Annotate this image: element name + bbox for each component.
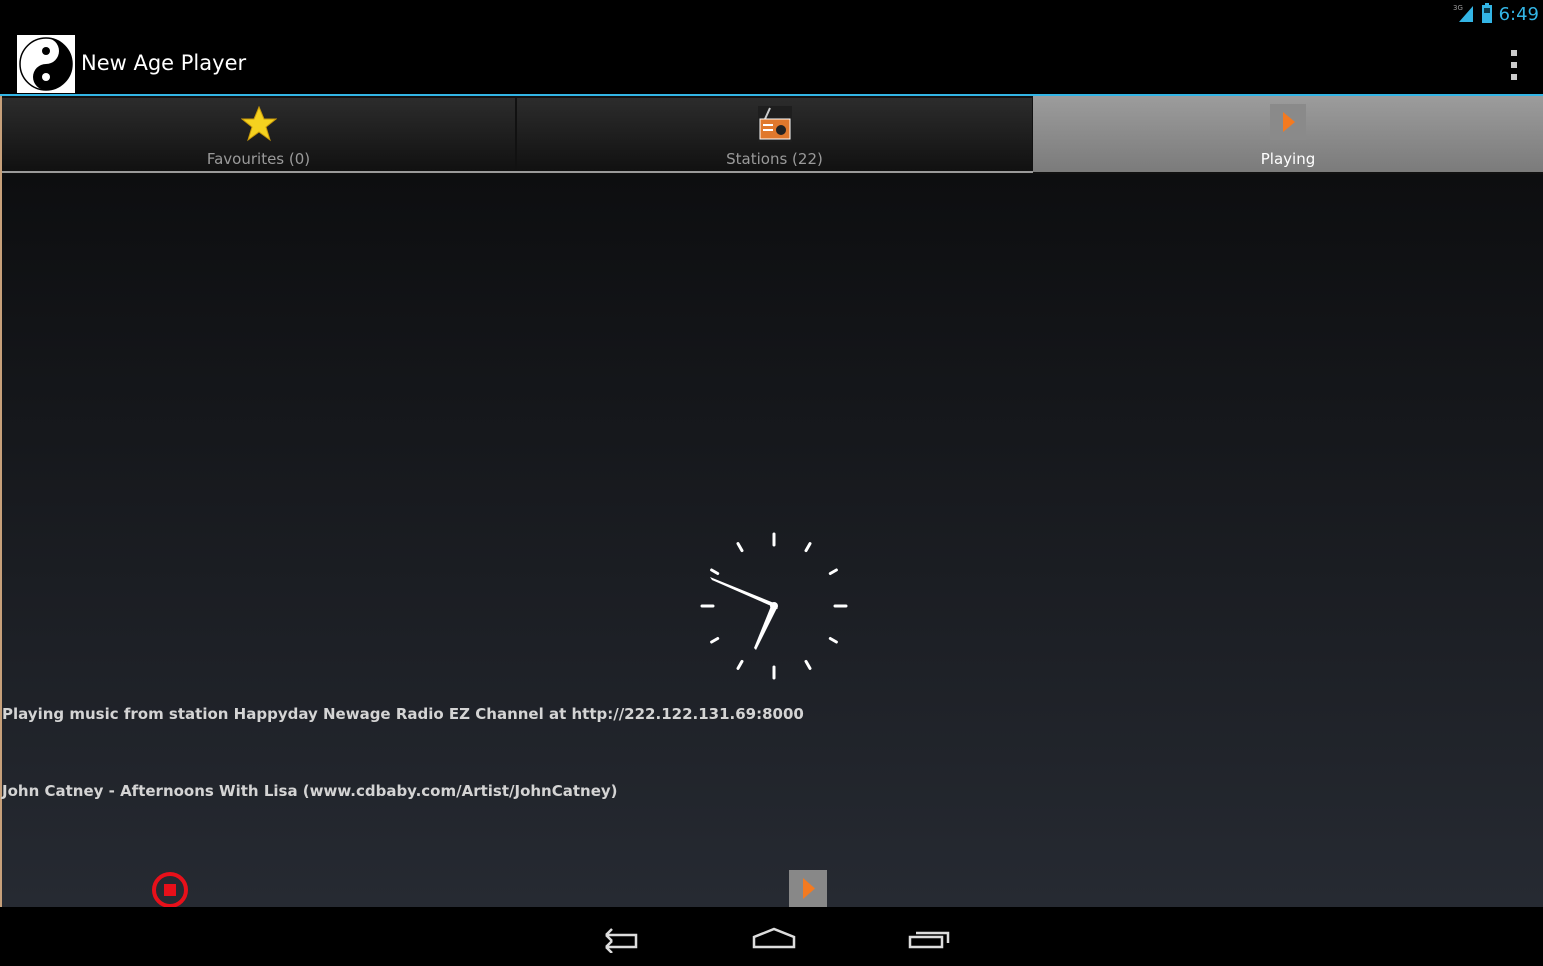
action-bar: New Age Player	[0, 30, 1543, 94]
tab-bar: Favourites (0) Stations (22) Playing	[2, 96, 1543, 174]
track-info: John Catney - Afternoons With Lisa (www.…	[2, 782, 618, 800]
yin-yang-icon[interactable]	[17, 35, 75, 93]
analog-clock-icon	[694, 526, 854, 686]
recent-apps-icon[interactable]	[907, 919, 953, 957]
play-icon	[803, 878, 815, 899]
app-title: New Age Player	[81, 51, 247, 75]
battery-icon	[1481, 3, 1493, 27]
stop-icon	[152, 872, 188, 908]
now-playing-status: Playing music from station Happyday Newa…	[2, 705, 804, 723]
tab-playing-label: Playing	[1260, 150, 1316, 168]
play-button[interactable]	[789, 870, 827, 907]
tab-stations[interactable]: Stations (22)	[517, 98, 1032, 171]
overflow-menu-icon[interactable]	[1507, 50, 1521, 80]
tab-stations-label: Stations (22)	[726, 150, 823, 168]
tab-favourites-label: Favourites (0)	[206, 150, 311, 168]
tab-underline	[2, 171, 1033, 173]
radio-icon	[757, 106, 793, 142]
status-indicators: 3G 6:49	[1453, 3, 1539, 27]
tab-playing[interactable]: Playing	[1033, 96, 1543, 172]
status-bar: 3G 6:49	[0, 0, 1543, 30]
signal-icon: 3G	[1453, 3, 1475, 27]
stop-button[interactable]	[150, 870, 190, 910]
home-icon[interactable]	[751, 919, 797, 957]
play-icon	[1270, 104, 1306, 140]
back-icon[interactable]	[598, 919, 642, 957]
tab-favourites[interactable]: Favourites (0)	[2, 98, 515, 171]
status-time: 6:49	[1498, 4, 1539, 25]
navigation-bar	[0, 907, 1543, 966]
network-type-label: 3G	[1453, 4, 1463, 12]
playing-panel: Playing music from station Happyday Newa…	[2, 174, 1543, 910]
star-icon	[240, 105, 277, 142]
